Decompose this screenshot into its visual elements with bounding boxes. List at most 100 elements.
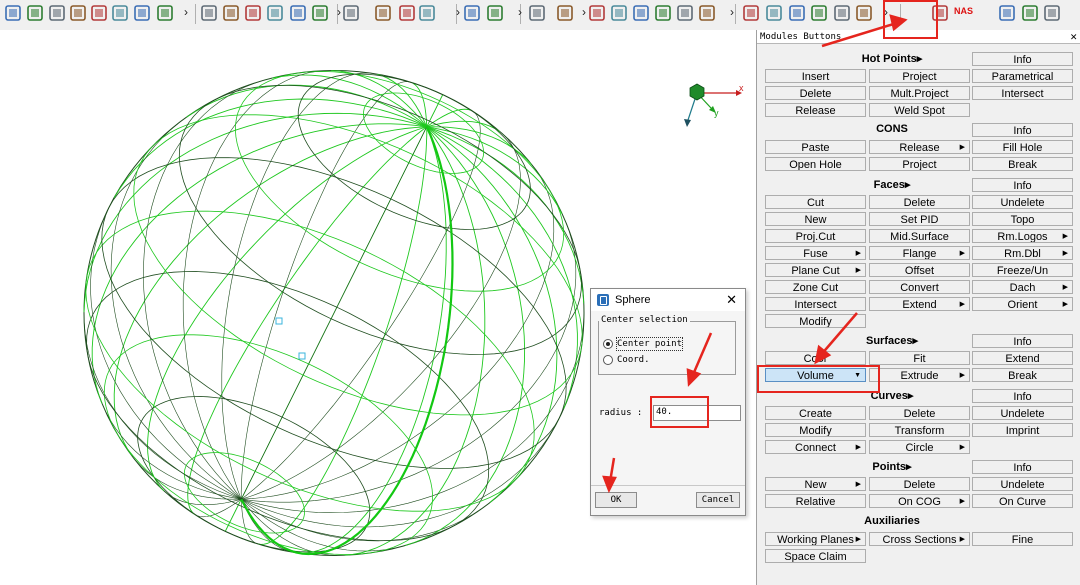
curves-undelete-button[interactable]: Undelete — [972, 406, 1073, 420]
surfaces-fit-button[interactable]: Fit — [869, 351, 970, 365]
faces-intersect-button[interactable]: Intersect — [765, 297, 866, 311]
radius-input[interactable]: 40. — [653, 405, 741, 421]
curves-info-button[interactable]: Info — [972, 389, 1073, 403]
trash-icon[interactable] — [632, 4, 650, 22]
curves-modify-button[interactable]: Modify — [765, 423, 866, 437]
cons-paste-button[interactable]: Paste — [765, 140, 866, 154]
nas-icon[interactable]: NAS — [954, 6, 973, 16]
document-icon[interactable] — [266, 4, 284, 22]
curves-imprint-button[interactable]: Imprint — [972, 423, 1073, 437]
surfaces-extend-button[interactable]: Extend — [972, 351, 1073, 365]
faces-zone-cut-button[interactable]: Zone Cut — [765, 280, 866, 294]
wrench-icon[interactable] — [742, 4, 760, 22]
faces-convert-button[interactable]: Convert — [869, 280, 970, 294]
layers-icon[interactable] — [4, 4, 22, 22]
checkbox-icon[interactable] — [374, 4, 392, 22]
flip-icon[interactable] — [810, 4, 828, 22]
faces-new-button[interactable]: New — [765, 212, 866, 226]
surfaces-coor-button[interactable]: Coor — [765, 351, 866, 365]
stack-icon[interactable] — [1021, 4, 1039, 22]
faces-modify-button[interactable]: Modify — [765, 314, 866, 328]
monitor-icon[interactable] — [342, 4, 360, 22]
points-new-button[interactable]: New ▶ — [765, 477, 866, 491]
property-icon[interactable] — [69, 4, 87, 22]
hotpoints-release-button[interactable]: Release — [765, 103, 866, 117]
points-relative-button[interactable]: Relative — [765, 494, 866, 508]
faces-plane-cut-button[interactable]: Plane Cut ▶ — [765, 263, 866, 277]
hotpoints-intersect-button[interactable]: Intersect — [972, 86, 1073, 100]
points-on-curve-button[interactable]: On Curve — [972, 494, 1073, 508]
list-icon[interactable] — [48, 4, 66, 22]
hotpoints-parametrical-button[interactable]: Parametrical — [972, 69, 1073, 83]
clipboard-icon[interactable] — [289, 4, 307, 22]
faces-offset-button[interactable]: Offset — [869, 263, 970, 277]
faces-rm-logos-button[interactable]: Rm.Logos ▶ — [972, 229, 1073, 243]
faces-extend-button[interactable]: Extend ▶ — [869, 297, 970, 311]
radio-button[interactable] — [603, 355, 613, 365]
faces-info-button[interactable]: Info — [972, 178, 1073, 192]
move-icon[interactable] — [654, 4, 672, 22]
curves-create-button[interactable]: Create — [765, 406, 866, 420]
curves-delete-button[interactable]: Delete — [869, 406, 970, 420]
faces-cut-button[interactable]: Cut — [765, 195, 866, 209]
topo-icon[interactable] — [855, 4, 873, 22]
mesh-icon[interactable] — [418, 4, 436, 22]
close-icon[interactable]: ✕ — [726, 289, 737, 311]
faces-set-pid-button[interactable]: Set PID — [869, 212, 970, 226]
points-delete-button[interactable]: Delete — [869, 477, 970, 491]
radio-button[interactable] — [603, 339, 613, 349]
surfaces-info-button[interactable]: Info — [972, 334, 1073, 348]
set-icon[interactable] — [111, 4, 129, 22]
hotpoints-info-button[interactable]: Info — [972, 52, 1073, 66]
auxiliaries-working-planes-button[interactable]: Working Planes ▶ — [765, 532, 866, 546]
faces-flange-button[interactable]: Flange ▶ — [869, 246, 970, 260]
chevron-right-icon[interactable]: › — [516, 5, 524, 19]
chevron-right-icon[interactable]: › — [728, 5, 736, 19]
points-undelete-button[interactable]: Undelete — [972, 477, 1073, 491]
documents-icon[interactable] — [244, 4, 262, 22]
hotpoints-weld-spot-button[interactable]: Weld Spot — [869, 103, 970, 117]
faces-proj-cut-button[interactable]: Proj.Cut — [765, 229, 866, 243]
close-icon[interactable]: ✕ — [1070, 30, 1077, 44]
curves-transform-button[interactable]: Transform — [869, 423, 970, 437]
material-icon[interactable] — [90, 4, 108, 22]
network-icon[interactable] — [1043, 4, 1061, 22]
cancel-button[interactable]: Cancel — [696, 492, 740, 508]
faces-orient-button[interactable]: Orient ▶ — [972, 297, 1073, 311]
cons-project-button[interactable]: Project — [869, 157, 970, 171]
cylinder-icon[interactable] — [676, 4, 694, 22]
surfaces-break-button[interactable]: Break — [972, 368, 1073, 382]
faces-dach-button[interactable]: Dach ▶ — [972, 280, 1073, 294]
text-icon[interactable] — [133, 4, 151, 22]
cons-open-hole-button[interactable]: Open Hole — [765, 157, 866, 171]
pid-icon[interactable] — [26, 4, 44, 22]
hotpoints-mult-project-button[interactable]: Mult.Project — [869, 86, 970, 100]
faces-undelete-button[interactable]: Undelete — [972, 195, 1073, 209]
cons-fill-hole-button[interactable]: Fill Hole — [972, 140, 1073, 154]
curves-connect-button[interactable]: Connect ▶ — [765, 440, 866, 454]
curves-circle-button[interactable]: Circle ▶ — [869, 440, 970, 454]
cons-info-button[interactable]: Info — [972, 123, 1073, 137]
hotpoints-project-button[interactable]: Project — [869, 69, 970, 83]
hammer-icon[interactable] — [833, 4, 851, 22]
chevron-right-icon[interactable]: › — [182, 5, 190, 19]
chevron-right-icon[interactable]: › — [882, 5, 890, 19]
undo-icon[interactable] — [528, 4, 546, 22]
hotpoints-insert-button[interactable]: Insert — [765, 69, 866, 83]
faces-rm-dbl-button[interactable]: Rm.Dbl ▶ — [972, 246, 1073, 260]
zoom-window-icon[interactable] — [463, 4, 481, 22]
surfaces-volume-button[interactable]: Volume ▼ — [765, 368, 866, 382]
edit-icon[interactable] — [765, 4, 783, 22]
group-icon[interactable] — [311, 4, 329, 22]
align-icon[interactable] — [788, 4, 806, 22]
points-info-button[interactable]: Info — [972, 460, 1073, 474]
auxiliaries-fine-button[interactable]: Fine — [972, 532, 1073, 546]
gear-icon[interactable] — [222, 4, 240, 22]
hotpoints-delete-button[interactable]: Delete — [765, 86, 866, 100]
window-icon[interactable] — [156, 4, 174, 22]
faces-delete-button[interactable]: Delete — [869, 195, 970, 209]
cons-release-button[interactable]: Release ▶ — [869, 140, 970, 154]
building-block-icon[interactable] — [200, 4, 218, 22]
chevron-right-icon[interactable]: › — [454, 5, 462, 19]
faces-topo-button[interactable]: Topo — [972, 212, 1073, 226]
